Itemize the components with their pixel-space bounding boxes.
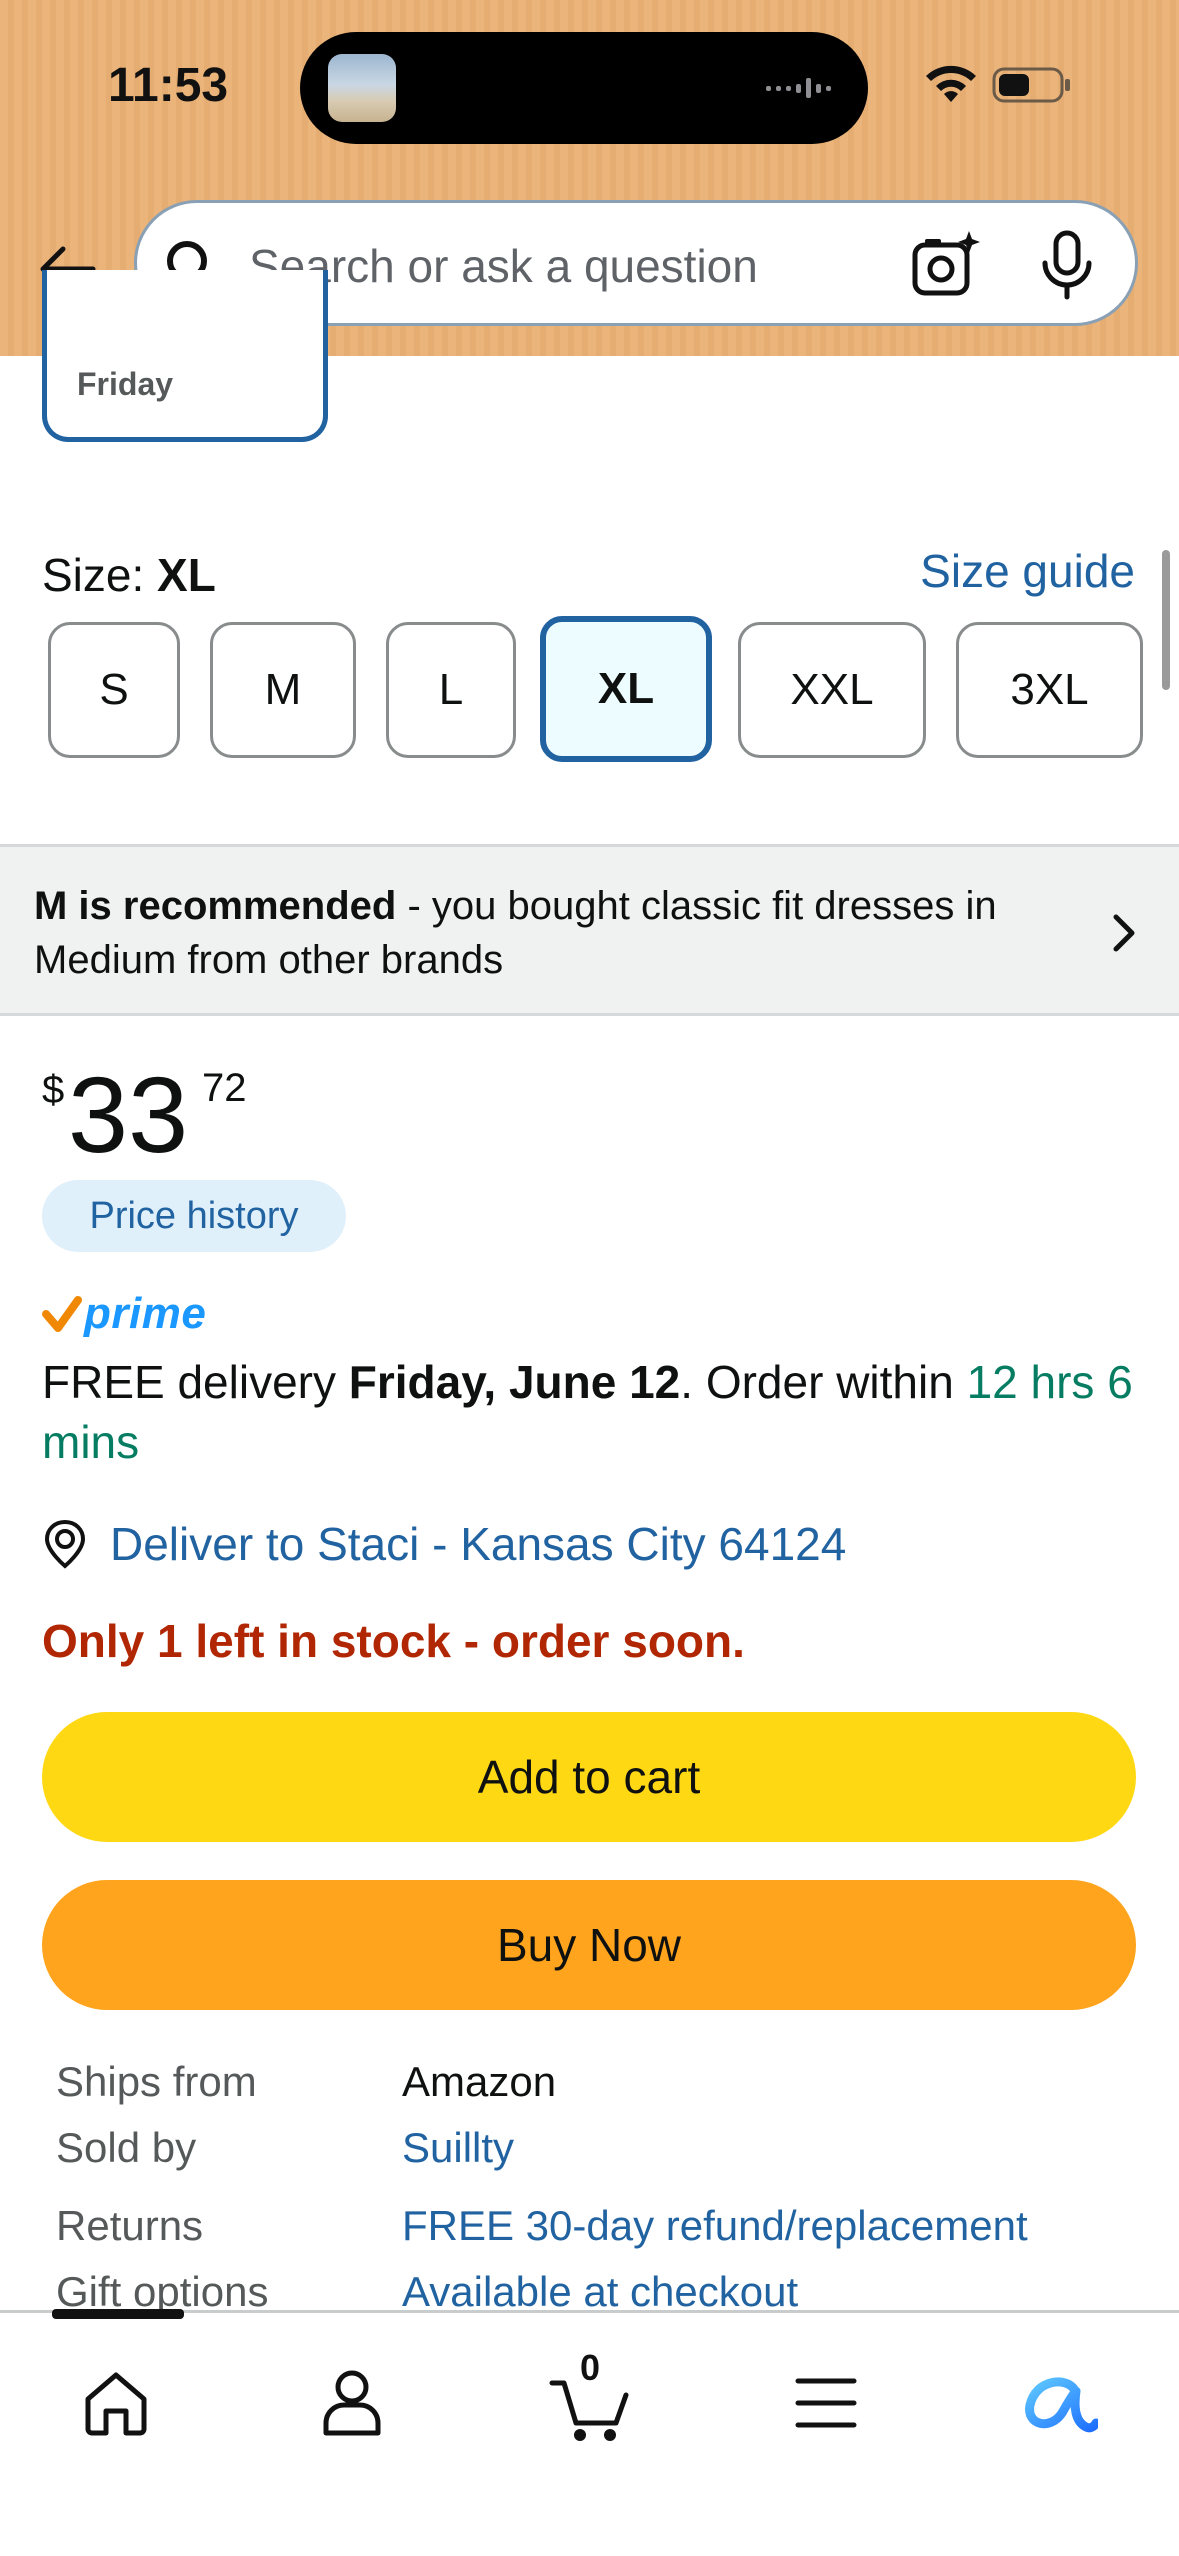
delivery-option-card[interactable]: Friday — [42, 270, 328, 442]
size-option-s[interactable]: S — [48, 622, 180, 758]
tab-rufus[interactable] — [1010, 2353, 1110, 2453]
info-key: Ships from — [56, 2058, 257, 2105]
home-icon — [85, 2372, 147, 2436]
stock-warning: Only 1 left in stock - order soon. — [42, 1615, 745, 1667]
size-label-prefix: Size: — [42, 549, 145, 601]
size-recommendation-banner[interactable]: M is recommended - you bought classic fi… — [0, 844, 1179, 1016]
delivery-prefix: FREE delivery — [42, 1356, 349, 1408]
now-playing-thumbnail — [328, 54, 396, 122]
cart-count-badge: 0 — [579, 2347, 601, 2388]
delivery-date: Friday, June 12 — [348, 1356, 681, 1408]
rufus-assistant-icon — [1025, 2377, 1098, 2433]
size-option-l[interactable]: L — [386, 622, 516, 758]
dynamic-island — [300, 32, 868, 144]
tab-cart[interactable]: 0 — [540, 2347, 640, 2453]
info-key: Sold by — [56, 2124, 197, 2171]
bottom-tab-bar: 0 — [0, 2309, 1179, 2556]
location-pin-icon — [44, 1519, 86, 1569]
prime-badge: prime — [42, 1286, 206, 1342]
price-fraction: 72 — [202, 1066, 247, 1110]
microphone-icon[interactable] — [1037, 229, 1097, 301]
delivery-middle: . Order within — [680, 1356, 967, 1408]
buy-now-button[interactable]: Buy Now — [42, 1880, 1136, 2010]
price-symbol: $ — [42, 1068, 65, 1112]
size-option-m[interactable]: M — [210, 622, 356, 758]
size-label: Size: XL — [42, 548, 216, 602]
scrollbar[interactable] — [1162, 550, 1170, 690]
add-to-cart-button[interactable]: Add to cart — [42, 1712, 1136, 1842]
tab-home[interactable] — [66, 2353, 166, 2453]
size-option-xl[interactable]: XL — [540, 616, 712, 762]
info-row-sold-by: Sold by Suillty — [56, 2124, 1156, 2184]
info-row-returns: Returns FREE 30-day refund/replacement — [56, 2202, 1156, 2262]
deliver-to-location[interactable]: Deliver to Staci - Kansas City 64124 — [42, 1512, 846, 1576]
size-selected-value: XL — [157, 549, 216, 601]
product-page: 11:53 Search or ask a question Friday Si… — [0, 0, 1179, 2556]
recommendation-bold: M is recommended — [34, 884, 397, 928]
camera-search-icon[interactable] — [909, 229, 981, 301]
chevron-right-icon — [1113, 914, 1135, 952]
audio-wave-icon — [766, 78, 831, 98]
size-option-xxl[interactable]: XXL — [738, 622, 926, 758]
prime-check-icon — [42, 1296, 82, 1332]
price-history-button[interactable]: Price history — [42, 1180, 346, 1252]
tab-account[interactable] — [302, 2353, 402, 2453]
size-option-3xl[interactable]: 3XL — [956, 622, 1143, 758]
status-time: 11:53 — [108, 59, 229, 112]
wifi-icon — [926, 65, 976, 102]
size-guide-link[interactable]: Size guide — [920, 544, 1135, 598]
active-tab-indicator — [52, 2309, 184, 2319]
menu-icon — [795, 2378, 857, 2428]
info-value: Amazon — [402, 2058, 557, 2105]
account-icon — [323, 2370, 381, 2436]
price-whole: 33 — [68, 1054, 189, 1175]
info-row-ships-from: Ships from Amazon — [56, 2058, 1156, 2118]
battery-icon — [992, 67, 1070, 103]
tab-menu[interactable] — [776, 2353, 876, 2453]
size-recommendation-text: M is recommended - you bought classic fi… — [34, 879, 1074, 987]
deliver-to-link[interactable]: Deliver to Staci - Kansas City 64124 — [110, 1517, 846, 1571]
returns-link[interactable]: FREE 30-day refund/replacement — [402, 2202, 1028, 2250]
delivery-message: FREE delivery Friday, June 12. Order wit… — [42, 1352, 1142, 1472]
gift-options-link[interactable]: Available at checkout — [402, 2268, 798, 2316]
info-key: Returns — [56, 2202, 204, 2249]
delivery-option-day: Friday — [77, 366, 174, 402]
prime-label: prime — [84, 1289, 207, 1338]
seller-link[interactable]: Suillty — [402, 2124, 514, 2172]
